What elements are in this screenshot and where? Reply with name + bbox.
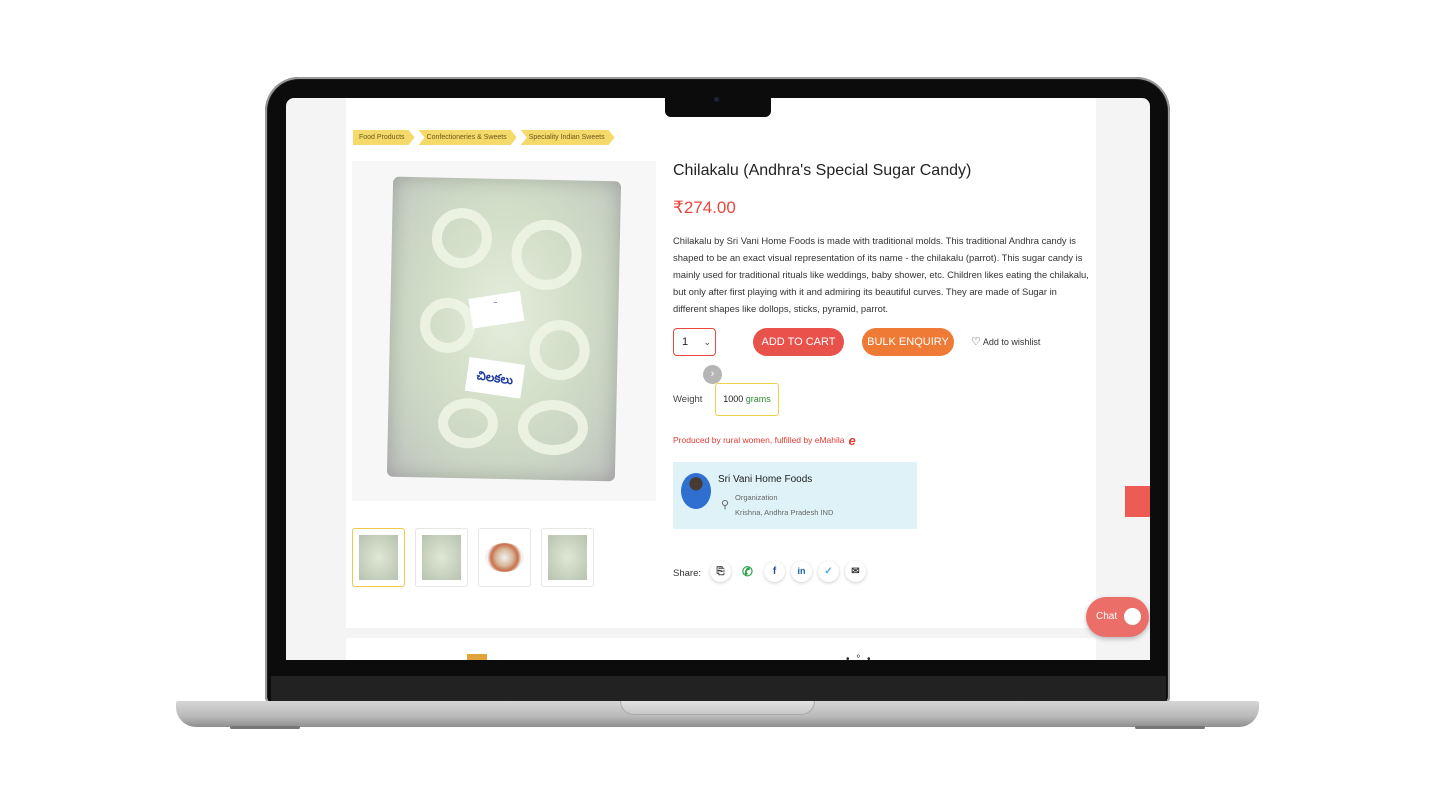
image-next-arrow-icon[interactable]: ›	[703, 365, 722, 384]
features-strip	[346, 638, 1096, 660]
location-pin-icon: ⚲	[721, 499, 730, 511]
breadcrumb-item-speciality-sweets[interactable]: Speciality Indian Sweets	[521, 130, 615, 145]
bulk-enquiry-button[interactable]: BULK ENQUIRY	[862, 328, 954, 356]
heart-icon: ♡	[971, 336, 981, 348]
share-label: Share:	[673, 568, 701, 579]
laptop-screen: Food Products Confectioneries & Sweets S…	[286, 98, 1150, 660]
thumbnail-1[interactable]	[352, 528, 405, 587]
product-main-image[interactable]: ~ చిలకలు ›	[352, 161, 722, 501]
chat-label: Chat	[1096, 611, 1118, 622]
breadcrumb: Food Products Confectioneries & Sweets S…	[353, 130, 619, 145]
produced-by-note: Produced by rural women, fulfilled by eM…	[673, 433, 856, 448]
laptop-foot-right	[1135, 726, 1205, 729]
seller-location: Krishna, Andhra Pradesh IND	[735, 508, 834, 517]
product-description: Chilakalu by Sri Vani Home Foods is made…	[673, 235, 1089, 314]
emahila-logo-icon: e	[848, 433, 856, 448]
facebook-icon[interactable]: f	[764, 561, 785, 582]
seller-card[interactable]: Sri Vani Home Foods ⚲ Organization Krish…	[673, 462, 917, 529]
seller-avatar	[681, 473, 711, 509]
seller-type: Organization	[735, 493, 778, 502]
chat-button[interactable]: Chat	[1086, 597, 1149, 637]
twitter-icon[interactable]: ✓	[818, 561, 839, 582]
thumbnail-2[interactable]	[415, 528, 468, 587]
weight-value: 1000	[723, 394, 744, 404]
share-icons: ⎘ ✆ f in ✓ ✉	[710, 561, 866, 582]
chat-bubble-icon	[1124, 608, 1141, 625]
box-icon	[467, 654, 487, 660]
add-to-wishlist-link[interactable]: ♡ Add to wishlist	[971, 335, 1040, 348]
add-to-cart-button[interactable]: ADD TO CART	[753, 328, 844, 356]
camera-icon	[714, 97, 719, 102]
thumbnail-strip	[352, 528, 594, 587]
wishlist-label: Add to wishlist	[982, 337, 1041, 347]
email-icon[interactable]: ✉	[845, 561, 866, 582]
bag-sticker-small: ~	[468, 291, 525, 329]
weight-label: Weight	[673, 394, 703, 405]
copy-icon[interactable]: ⎘	[710, 561, 731, 582]
product-title: Chilakalu (Andhra's Special Sugar Candy)	[673, 162, 972, 179]
people-icon: • ° •	[846, 654, 873, 660]
whatsapp-icon[interactable]: ✆	[737, 561, 758, 582]
quantity-value: 1	[682, 336, 689, 348]
breadcrumb-item-food-products[interactable]: Food Products	[353, 130, 415, 145]
quantity-select[interactable]: 1 ⌄	[673, 328, 716, 356]
product-photo: ~ చిలకలు	[386, 176, 622, 482]
bag-sticker-label: చిలకలు	[464, 357, 526, 399]
weight-unit: grams	[745, 394, 771, 404]
laptop-chin	[271, 676, 1166, 702]
laptop-base-notch	[620, 701, 815, 715]
linkedin-icon[interactable]: in	[791, 561, 812, 582]
chevron-down-icon: ⌄	[703, 337, 711, 347]
thumbnail-4[interactable]	[541, 528, 594, 587]
product-price: ₹274.00	[673, 198, 736, 217]
seller-name[interactable]: Sri Vani Home Foods	[718, 474, 812, 485]
weight-option[interactable]: 1000 grams	[715, 383, 779, 416]
side-feedback-tab[interactable]	[1125, 486, 1150, 517]
laptop-foot-left	[230, 726, 300, 729]
produced-by-text: Produced by rural women, fulfilled by eM…	[673, 435, 845, 445]
thumbnail-3[interactable]	[478, 528, 531, 587]
breadcrumb-item-confectioneries[interactable]: Confectioneries & Sweets	[419, 130, 517, 145]
